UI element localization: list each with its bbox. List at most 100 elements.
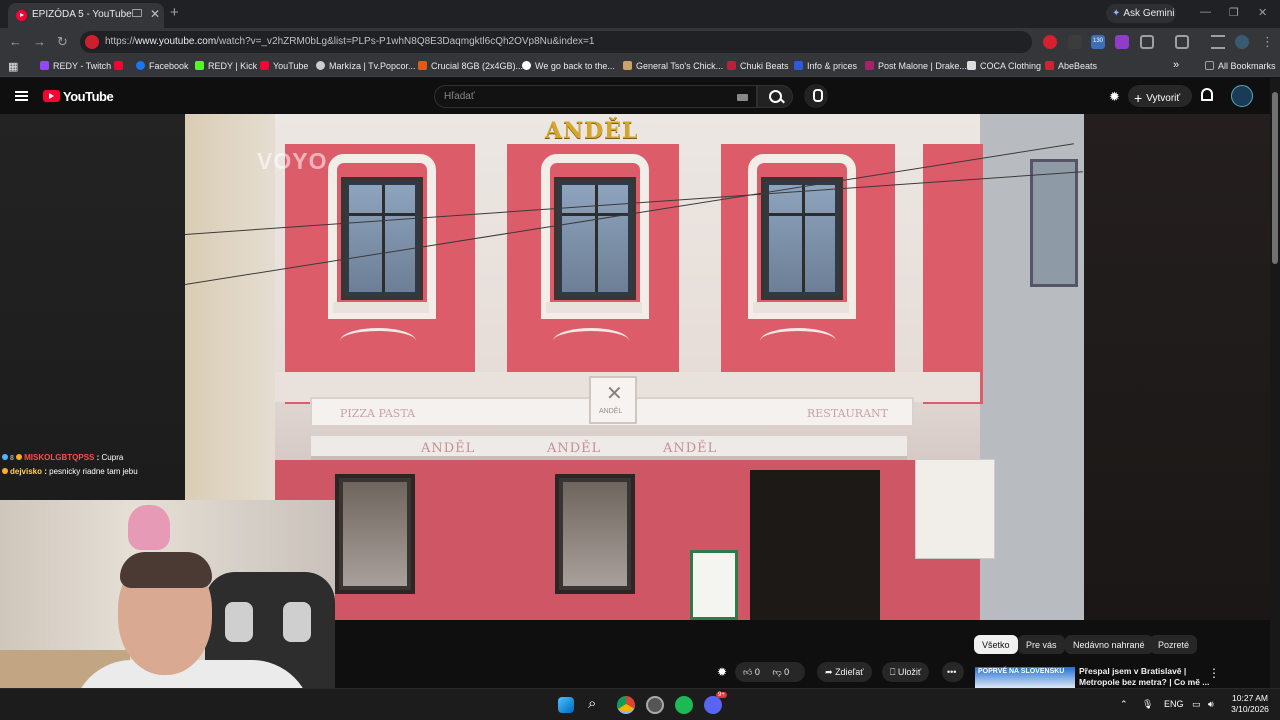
reading-list-icon[interactable] (1211, 35, 1225, 49)
bookmark-item[interactable]: We go back to the... (522, 61, 615, 71)
search-button[interactable] (757, 85, 793, 108)
gear-icon[interactable]: ✹ (717, 665, 727, 679)
discord-icon[interactable] (704, 696, 722, 714)
dislike-count[interactable]: 0 (784, 667, 789, 677)
bookmarks-overflow-button[interactable]: » (1173, 59, 1179, 71)
bookmark-item[interactable]: AbeBeats (1045, 61, 1097, 71)
thumbs-up-icon[interactable]: 👍︎ (743, 667, 752, 677)
chrome-menu-icon[interactable]: ⋮ (1261, 34, 1274, 50)
badge-icon (16, 454, 23, 460)
chat-message: dejvisko : pesnicky riadne tam jebu (2, 467, 138, 476)
poster (1030, 159, 1078, 287)
share-button[interactable]: ➦ Zdieľať (817, 662, 872, 682)
menu-board (690, 550, 738, 620)
recommendation-menu-icon[interactable]: ⋮ (1208, 666, 1220, 680)
create-button[interactable]: + Vytvoriť (1128, 85, 1192, 107)
thumbs-down-icon[interactable]: 👎︎ (772, 667, 781, 677)
clock-date: 3/10/2026 (1231, 704, 1269, 714)
bookmark-item[interactable] (114, 61, 127, 71)
window-sill (333, 302, 429, 313)
start-windows-icon[interactable] (558, 697, 574, 713)
all-bookmarks-button[interactable]: All Bookmarks (1205, 61, 1276, 71)
restore-icon[interactable]: ❐ (1229, 6, 1239, 19)
obs-icon[interactable] (646, 696, 664, 714)
avatar[interactable] (1231, 85, 1253, 107)
tab-youtube[interactable]: EPIZÓDA 5 - YouTube ✕ (8, 3, 164, 28)
profile-avatar-icon[interactable] (1235, 35, 1249, 49)
chrome-icon[interactable] (617, 696, 635, 714)
save-button[interactable]: ⎕ Uložiť (882, 662, 930, 682)
search-input[interactable]: Hľadať (434, 85, 757, 108)
search-icon[interactable]: ⌕ (588, 695, 596, 712)
bookmark-icon: ⎕ (890, 667, 896, 677)
plus-icon: + (1134, 90, 1143, 106)
chip-watched[interactable]: Pozreté (1150, 635, 1198, 654)
chip-recently-uploaded[interactable]: Nedávno nahrané (1065, 635, 1153, 654)
bookmark-item[interactable]: Facebook (136, 61, 189, 71)
extension-counter-icon[interactable]: 130 (1091, 35, 1105, 49)
chevron-up-icon[interactable]: ⌃ (1120, 699, 1128, 710)
chip-all[interactable]: Všetko (974, 635, 1018, 654)
cutlery-emblem: ✕ ANDĚL (589, 376, 637, 424)
system-clock[interactable]: 10:27 AM 3/10/2026 (1222, 693, 1278, 715)
extension-red-icon[interactable] (1043, 35, 1057, 49)
watch-below-player: Všetko Pre vás Nedávno nahrané Pozreté ✹… (335, 620, 1270, 689)
ornament (340, 328, 416, 354)
bookmark-item[interactable]: Post Malone | Drake... (865, 61, 967, 71)
side-panel-icon[interactable] (1175, 35, 1189, 49)
restaurant-entrance (750, 470, 880, 620)
menu-hamburger-icon[interactable] (15, 91, 28, 101)
back-arrow-icon[interactable]: ← (9, 34, 22, 49)
youtube-logo-icon[interactable] (43, 90, 60, 102)
keyboard-icon[interactable] (737, 94, 748, 101)
like-count[interactable]: 0 (755, 667, 760, 677)
address-bar[interactable]: https://www.youtube.com/watch?v=_v2hZRM0… (80, 31, 1032, 53)
chip-for-you[interactable]: Pre vás (1018, 635, 1065, 654)
bookmark-item[interactable]: Chuki Beats (727, 61, 789, 71)
extensions-puzzle-icon[interactable] (1140, 35, 1154, 49)
window-close-icon[interactable]: ✕ (1258, 6, 1267, 19)
bookmark-item[interactable]: YouTube (260, 61, 308, 71)
badge-icon (2, 454, 8, 460)
volume-icon[interactable]: 🔊︎ (1208, 699, 1214, 710)
notifications-bell-icon[interactable] (1201, 88, 1213, 101)
cutlery-icon: ✕ (606, 383, 623, 405)
tab-close-icon[interactable]: ✕ (150, 7, 160, 21)
microphone-tray-icon[interactable]: 🎙︎ (1142, 699, 1153, 710)
apps-grid-icon[interactable]: ▦ (8, 60, 18, 73)
network-icon[interactable]: ▭ (1192, 699, 1201, 710)
microphone-icon[interactable] (804, 84, 828, 108)
bookmark-item[interactable]: General Tso's Chick... (623, 61, 723, 71)
site-info-icon[interactable] (85, 35, 99, 49)
recommendation-title[interactable]: Přespal jsem v Bratislavě | Metropole be… (1079, 666, 1219, 688)
bookmark-item[interactable]: REDY | Kick (195, 61, 257, 71)
more-actions-button[interactable]: ••• (942, 662, 964, 682)
youtube-logo-text[interactable]: YouTube (63, 89, 114, 104)
language-indicator[interactable]: ENG (1164, 699, 1184, 709)
recommendation-thumbnail[interactable]: POPRVÉ NA SLOVENSKU (975, 667, 1075, 689)
awning-text: ANDĚL (421, 441, 476, 456)
window-sill (546, 302, 642, 313)
building-name-sign: ANDĚL (545, 118, 639, 144)
extension-arrow-icon[interactable] (1068, 35, 1082, 49)
minimize-icon[interactable]: — (1200, 6, 1211, 18)
bookmark-item[interactable]: Info & prices (794, 61, 857, 71)
voyo-watermark: VOYO (257, 148, 328, 174)
bookmark-item[interactable]: Crucial 8GB (2x4GB)... (418, 61, 523, 71)
spotify-icon[interactable] (675, 696, 693, 714)
bookmark-item[interactable]: REDY - Twitch (40, 61, 111, 71)
page-scrollbar[interactable] (1270, 78, 1280, 690)
new-tab-button[interactable]: + (170, 4, 179, 21)
extension-purple-icon[interactable] (1115, 35, 1129, 49)
scrollbar-thumb[interactable] (1272, 92, 1278, 264)
bookmark-item[interactable]: COCA Clothing (967, 61, 1041, 71)
bookmark-item[interactable]: Markíza | Tv.Popcor... (316, 61, 416, 71)
reload-icon[interactable]: ↻ (57, 34, 68, 50)
ask-gemini-button[interactable]: ✦ Ask Gemini (1106, 4, 1176, 23)
badge-icon (2, 468, 8, 474)
sign-right-text: RESTAURANT (807, 407, 888, 420)
gear-icon[interactable]: ✹ (1109, 89, 1120, 105)
forward-arrow-icon[interactable]: → (33, 34, 46, 49)
ground-window (335, 474, 415, 594)
facade-section (923, 144, 983, 404)
